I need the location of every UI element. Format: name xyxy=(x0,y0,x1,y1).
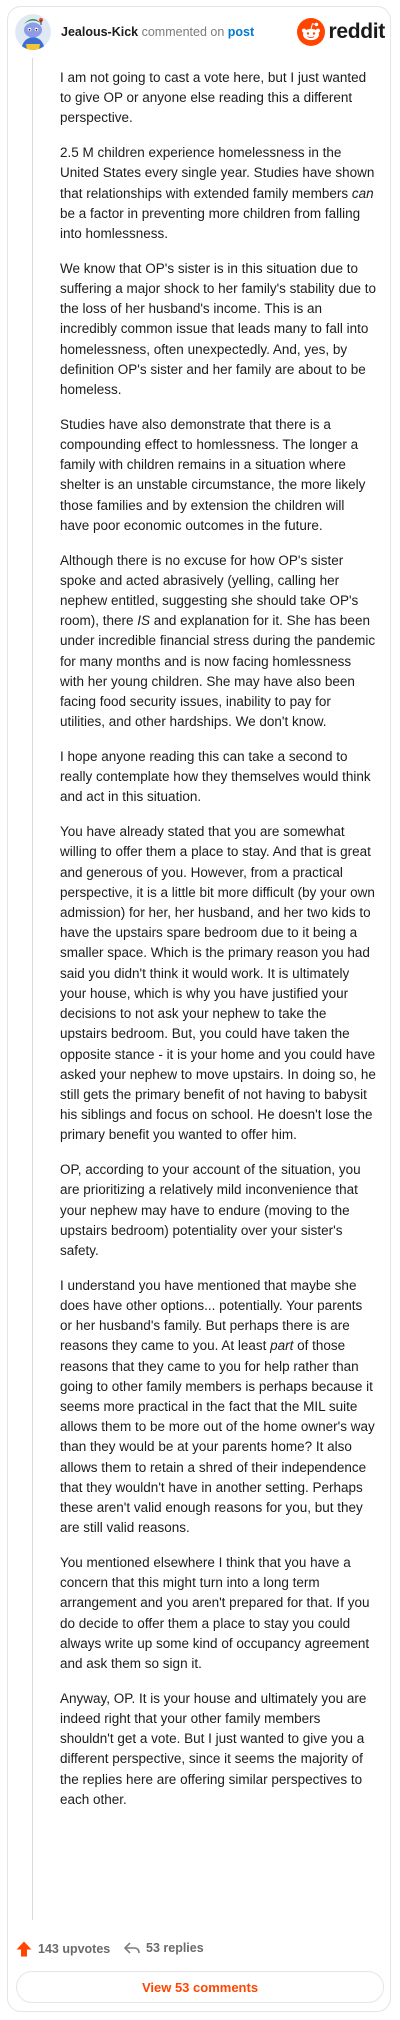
comment-meta: Jealous-Kick commented on post xyxy=(61,24,254,40)
user-avatar[interactable] xyxy=(15,14,51,50)
snoo-avatar-icon xyxy=(15,14,51,50)
replies-button[interactable]: 53 replies xyxy=(123,1940,204,1956)
paragraph-text: be a factor in preventing more children … xyxy=(60,205,361,242)
paragraph-text: OP, according to your account of the sit… xyxy=(60,1162,361,1258)
paragraph-text: We know that OP's sister is in this situ… xyxy=(60,260,376,398)
reply-count: 53 replies xyxy=(146,1941,204,1955)
post-link[interactable]: post xyxy=(228,25,254,39)
paragraph-text: Anyway, OP. It is your house and ultimat… xyxy=(60,1690,367,1807)
paragraph-text: and explanation for it. She has been und… xyxy=(60,613,376,730)
view-comments-button[interactable]: View 53 comments xyxy=(16,1971,384,2003)
upvote-arrow-icon xyxy=(16,1941,32,1957)
reddit-wordmark: reddit xyxy=(328,20,385,43)
username-link[interactable]: Jealous-Kick xyxy=(61,25,138,39)
comment-paragraph: Studies have also demonstrate that there… xyxy=(60,415,376,536)
comment-verb: commented on xyxy=(141,25,225,39)
comment-paragraph: 2.5 M children experience homelessness i… xyxy=(60,143,376,244)
thread-line[interactable] xyxy=(32,58,33,1920)
comment-header: Jealous-Kick commented on post reddit xyxy=(15,14,385,52)
emphasis-text: IS xyxy=(137,613,151,629)
comment-paragraph: You have already stated that you are som… xyxy=(60,822,376,1145)
paragraph-text: Studies have also demonstrate that there… xyxy=(60,416,366,533)
paragraph-text: 2.5 M children experience homelessness i… xyxy=(60,145,375,201)
paragraph-text: You have already stated that you are som… xyxy=(60,824,376,1143)
comment-paragraph: We know that OP's sister is in this situ… xyxy=(60,259,376,400)
comment-paragraph: You mentioned elsewhere I think that you… xyxy=(60,1553,376,1674)
comment-paragraph: Although there is no excuse for how OP's… xyxy=(60,551,376,733)
reddit-logo-icon xyxy=(297,18,326,46)
paragraph-text: I hope anyone reading this can take a se… xyxy=(60,749,371,805)
emphasis-text: part xyxy=(270,1338,294,1354)
comment-paragraph: OP, according to your account of the sit… xyxy=(60,1160,376,1261)
comment-paragraph: I hope anyone reading this can take a se… xyxy=(60,747,376,808)
emphasis-text: can xyxy=(351,185,374,201)
upvote-count: 143 upvotes xyxy=(38,1942,111,1956)
comment-footer: 143 upvotes 53 replies xyxy=(15,1938,385,1960)
reddit-brand[interactable]: reddit xyxy=(297,17,385,47)
paragraph-text: of those reasons that they came to you f… xyxy=(60,1338,375,1536)
upvote-button[interactable]: 143 upvotes xyxy=(15,1940,110,1958)
comment-paragraph: Anyway, OP. It is your house and ultimat… xyxy=(60,1689,376,1810)
reply-arrow-icon xyxy=(124,1942,140,1954)
paragraph-text: You mentioned elsewhere I think that you… xyxy=(60,1554,370,1671)
paragraph-text: I am not going to cast a vote here, but … xyxy=(60,70,367,126)
comment-paragraph: I understand you have mentioned that may… xyxy=(60,1276,376,1539)
comment-body: I am not going to cast a vote here, but … xyxy=(60,68,376,1825)
comment-paragraph: I am not going to cast a vote here, but … xyxy=(60,68,376,129)
